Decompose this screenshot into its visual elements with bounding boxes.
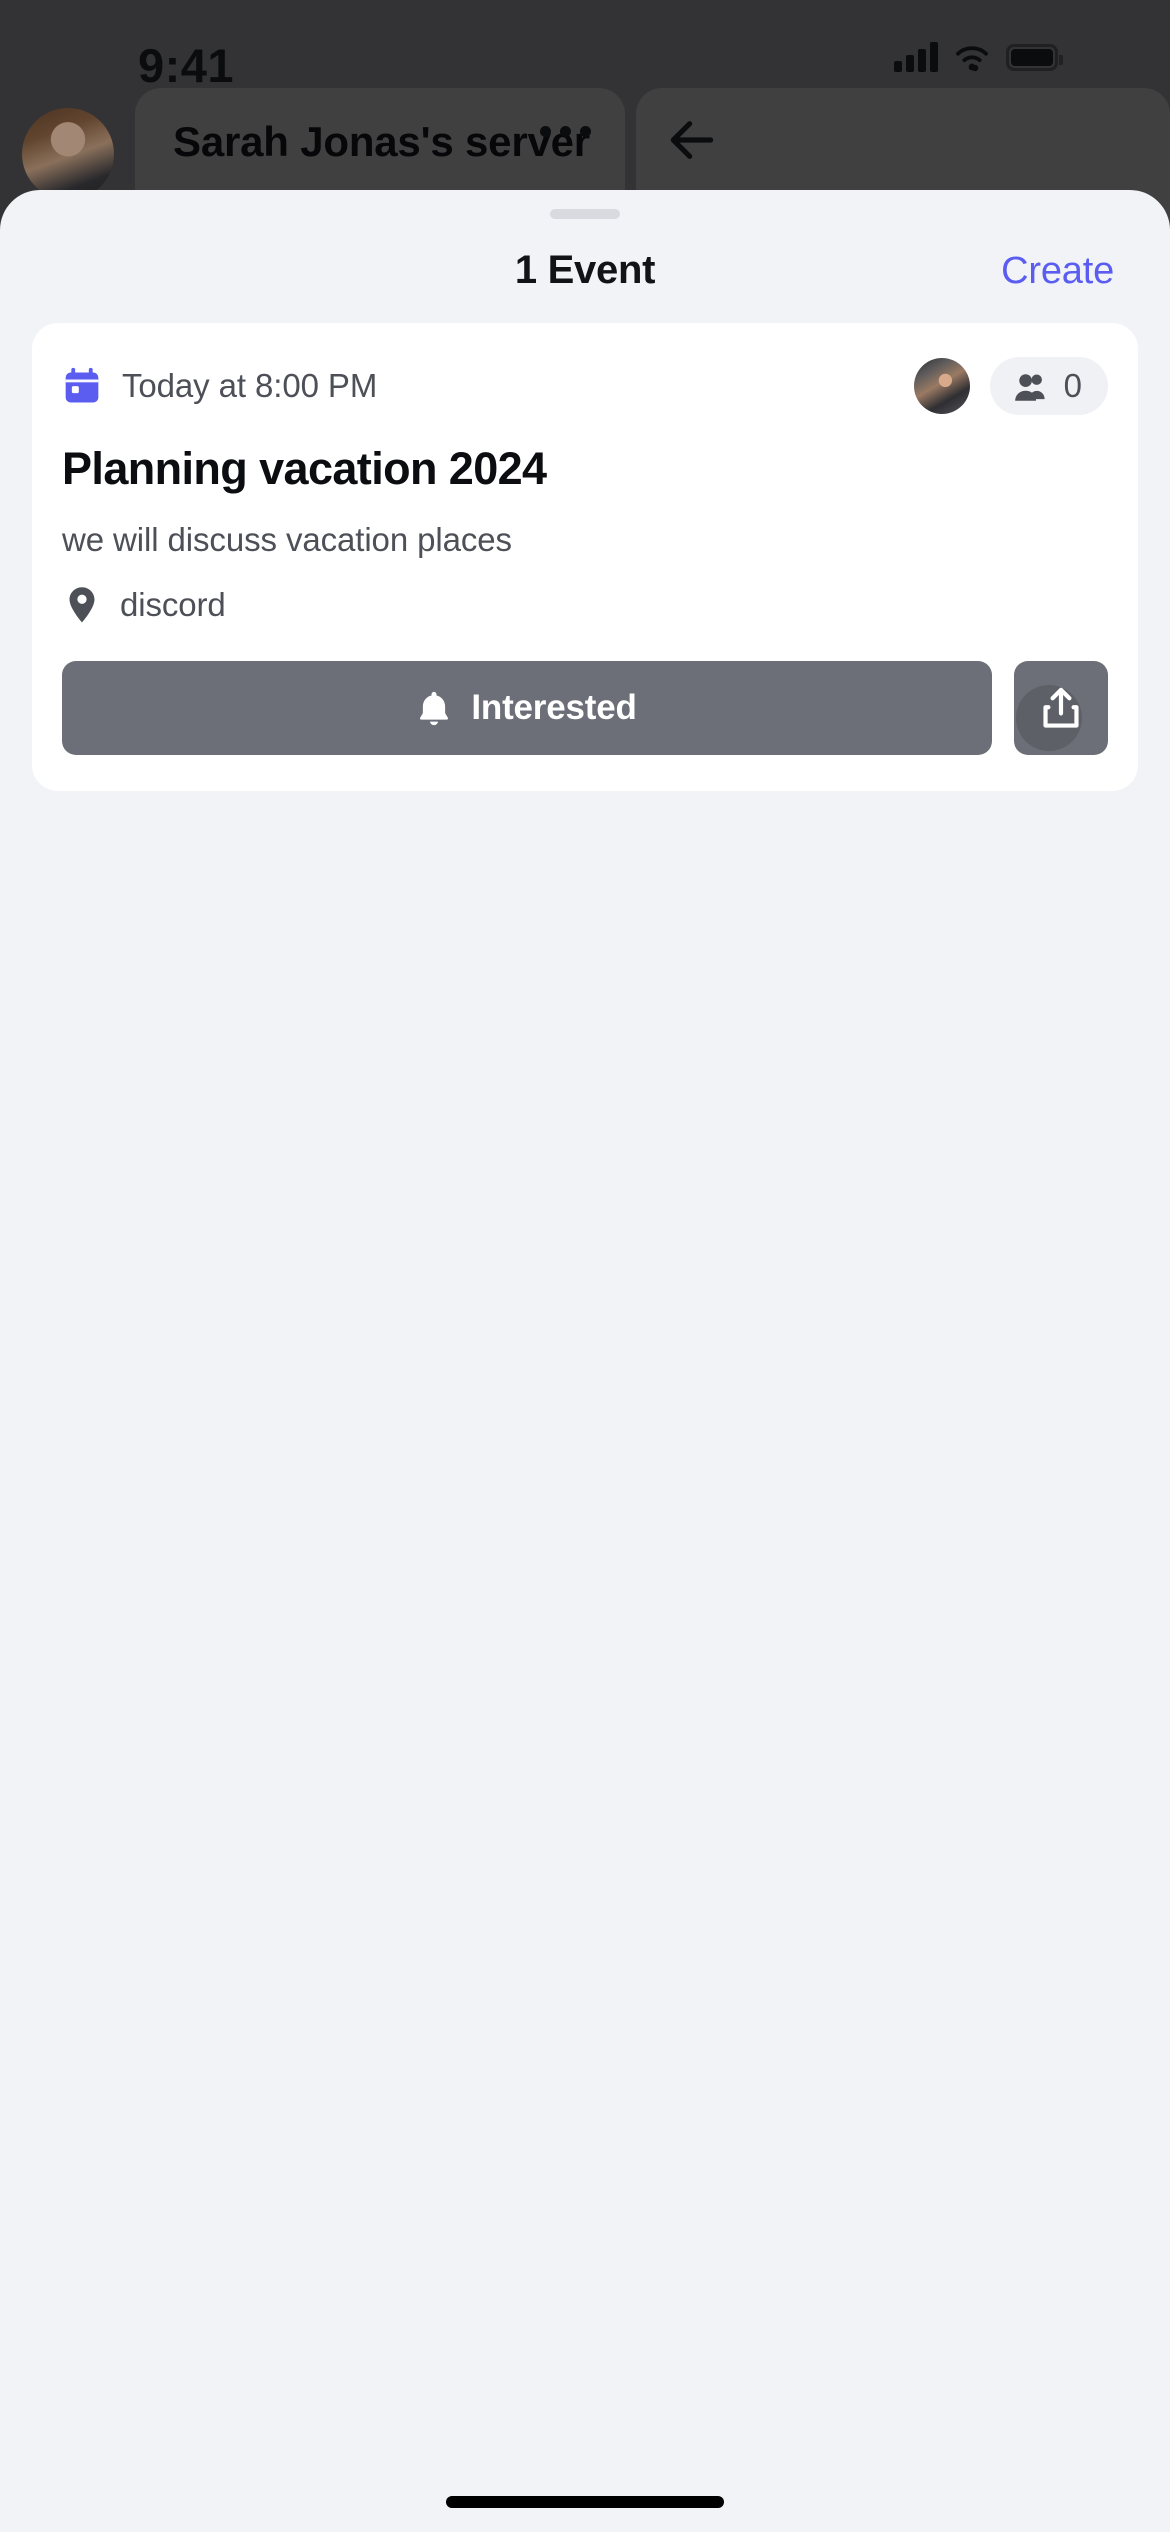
sheet-header: 1 Event Create <box>0 230 1170 330</box>
attendee-count: 0 <box>1063 367 1082 404</box>
sheet-grabber[interactable] <box>550 209 620 219</box>
event-actions: Interested <box>62 661 1108 755</box>
event-when: Today at 8:00 PM <box>62 365 377 407</box>
home-indicator <box>446 2496 724 2508</box>
event-location-row: discord <box>62 585 1108 625</box>
calendar-icon <box>65 367 99 403</box>
location-pin-icon <box>69 587 95 623</box>
event-location: discord <box>120 586 226 623</box>
events-bottom-sheet: 1 Event Create Today at 8:00 PM 0 Planni… <box>0 190 1170 2532</box>
bell-icon <box>420 691 449 726</box>
attendee-count-badge[interactable]: 0 <box>989 357 1108 415</box>
people-icon <box>1014 374 1045 401</box>
phone-screen: Sarah Jonas's server 9:41 1 Event Create… <box>0 0 1170 2532</box>
avatar[interactable] <box>913 358 970 414</box>
create-event-button[interactable]: Create <box>1001 250 1114 293</box>
event-title: Planning vacation 2024 <box>62 443 547 494</box>
share-button[interactable] <box>1014 661 1108 755</box>
share-icon <box>1043 687 1079 728</box>
interested-label: Interested <box>471 688 637 727</box>
event-datetime: Today at 8:00 PM <box>122 367 378 404</box>
event-card-top-right: 0 <box>913 357 1108 415</box>
event-description: we will discuss vacation places <box>62 521 512 558</box>
page-title: 1 Event <box>514 248 656 292</box>
interested-button[interactable]: Interested <box>62 661 992 755</box>
event-card[interactable]: Today at 8:00 PM 0 Planning vacation 202… <box>32 323 1138 791</box>
event-card-top-row: Today at 8:00 PM 0 <box>62 355 1108 417</box>
